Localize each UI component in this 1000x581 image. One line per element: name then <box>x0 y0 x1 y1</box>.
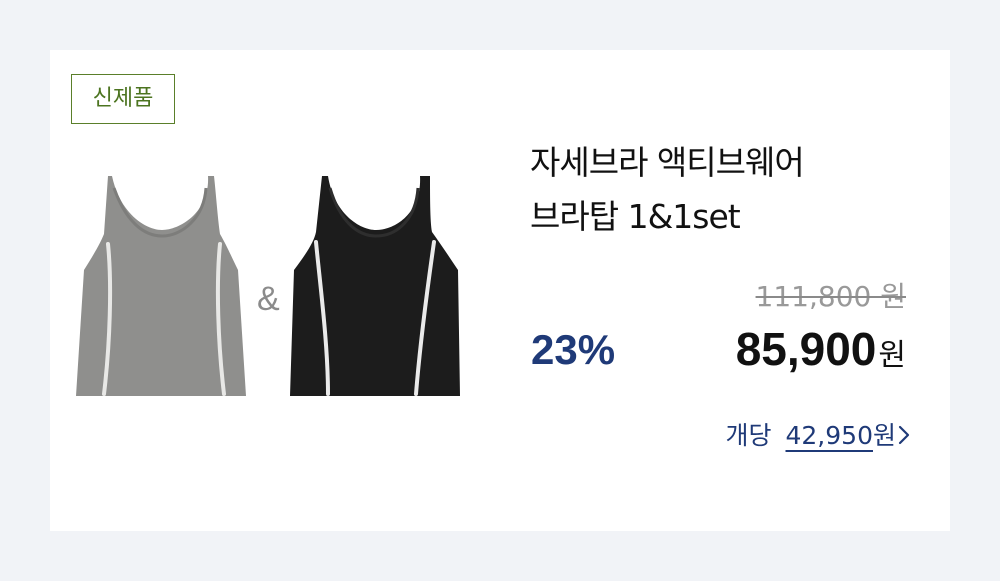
sale-price-unit: 원 <box>878 338 906 373</box>
new-product-badge: 신제품 <box>71 74 175 124</box>
discount-rate: 23% <box>531 326 616 373</box>
product-title-line1: 자세브라 액티브웨어 <box>530 143 805 182</box>
per-unit-price-link[interactable]: 개당 42,950원 <box>725 416 910 452</box>
original-price: 111,800 원 <box>755 280 906 313</box>
product-card[interactable]: 신제품 & 자세브라 액티브웨어 브라탑 1&1set 111,800 원 23… <box>50 50 950 531</box>
sale-price: 85,900원 <box>736 322 906 376</box>
ampersand-connector: & <box>257 280 280 318</box>
sale-price-value: 85,900 <box>735 323 877 375</box>
product-title[interactable]: 자세브라 액티브웨어 브라탑 1&1set <box>530 136 910 244</box>
chevron-right-icon <box>898 425 910 445</box>
black-bra-top-image <box>290 176 460 396</box>
per-unit-currency: 원 <box>872 421 896 450</box>
per-unit-label: 개당 <box>725 421 772 450</box>
per-unit-value: 42,950 <box>785 421 873 450</box>
product-title-line2: 브라탑 1&1set <box>530 197 741 236</box>
gray-bra-top-image <box>76 176 246 396</box>
